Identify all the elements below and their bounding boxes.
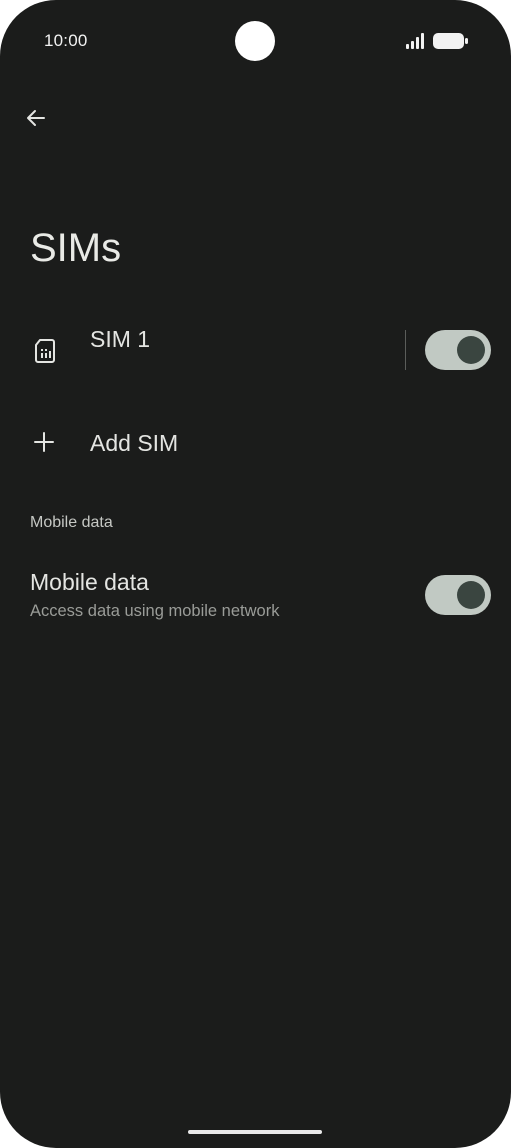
add-sim-button[interactable]: Add SIM (0, 410, 511, 476)
sim-1-toggle[interactable] (425, 330, 491, 370)
sim-card-icon (35, 339, 55, 363)
mobile-data-row[interactable]: Mobile data Access data using mobile net… (0, 560, 511, 632)
sim-label: SIM 1 (90, 326, 151, 352)
signal-icon (406, 33, 424, 49)
add-sim-label: Add SIM (90, 430, 179, 456)
status-bar: 10:00 (0, 0, 511, 84)
back-button[interactable] (16, 98, 56, 138)
toggle-knob (457, 581, 485, 609)
sim-row-sim-1[interactable]: SIM 1 (0, 310, 511, 390)
row-divider (405, 330, 406, 370)
mobile-data-toggle[interactable] (425, 575, 491, 615)
page-title: SIMs (30, 226, 122, 270)
battery-icon (433, 33, 468, 49)
section-header-mobile-data: Mobile data (30, 514, 113, 531)
mobile-data-subtitle: Access data using mobile network (30, 602, 280, 620)
toggle-knob (457, 336, 485, 364)
arrow-back-icon (27, 110, 45, 126)
status-time: 10:00 (44, 31, 88, 50)
phone-screen: 10:00 SIMs SIM 1 Add SIM Mobile data Mob… (0, 0, 511, 1148)
mobile-data-title: Mobile data (30, 569, 149, 595)
plus-icon (34, 432, 54, 452)
camera-cutout (235, 21, 275, 61)
home-indicator[interactable] (188, 1130, 322, 1134)
